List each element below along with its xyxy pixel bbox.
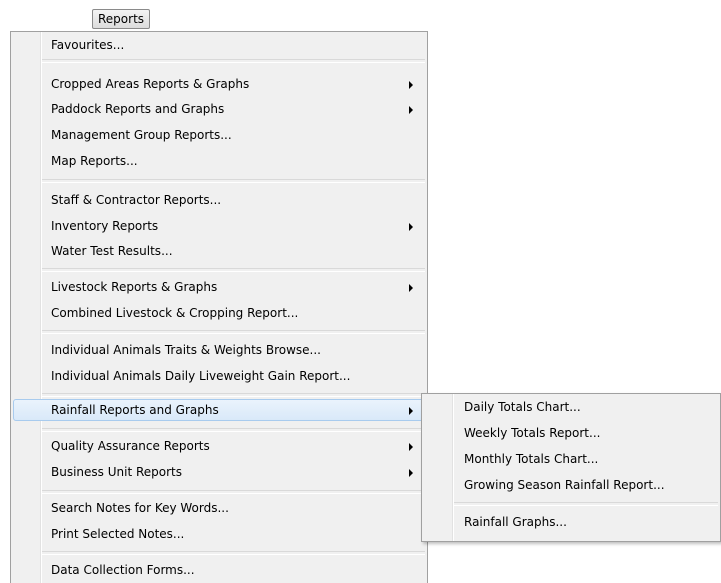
menu-item-label: Water Test Results...	[51, 244, 173, 258]
menu-item-label: Combined Livestock & Cropping Report...	[51, 306, 299, 320]
menu-item-print-selected-notes[interactable]: Print Selected Notes...	[13, 523, 425, 545]
menu-item-label: Cropped Areas Reports & Graphs	[51, 77, 250, 91]
menu-item-label: Inventory Reports	[51, 219, 159, 233]
menu-separator	[42, 179, 425, 183]
menu-separator	[42, 268, 425, 272]
menu-item-water-test-results[interactable]: Water Test Results...	[13, 240, 425, 262]
submenu-arrow-icon	[409, 81, 413, 89]
submenu-item-daily-totals-chart[interactable]: Daily Totals Chart...	[424, 396, 718, 418]
menu-item-combined-livestock-cropping-report[interactable]: Combined Livestock & Cropping Report...	[13, 302, 425, 324]
submenu-arrow-icon	[409, 469, 413, 477]
menu-item-cropped-areas-reports[interactable]: Cropped Areas Reports & Graphs	[13, 73, 425, 95]
menu-item-label: Monthly Totals Chart...	[464, 452, 599, 466]
menu-item-business-unit-reports[interactable]: Business Unit Reports	[13, 461, 425, 483]
menu-item-label: Business Unit Reports	[51, 465, 183, 479]
menu-item-label: Quality Assurance Reports	[51, 439, 210, 453]
submenu-arrow-icon	[409, 106, 413, 114]
menu-item-label: Map Reports...	[51, 154, 138, 168]
menu-item-individual-animals-liveweight-gain[interactable]: Individual Animals Daily Liveweight Gain…	[13, 365, 425, 387]
menu-item-label: Staff & Contractor Reports...	[51, 193, 222, 207]
submenu-arrow-icon	[409, 284, 413, 292]
menu-item-rainfall-reports[interactable]: Rainfall Reports and Graphs	[13, 399, 425, 421]
submenu-arrow-icon	[409, 407, 413, 415]
menu-separator	[42, 551, 425, 555]
menu-item-label: Livestock Reports & Graphs	[51, 280, 218, 294]
rainfall-submenu: Daily Totals Chart... Weekly Totals Repo…	[421, 393, 721, 542]
menu-item-label: Individual Animals Traits & Weights Brow…	[51, 343, 321, 357]
submenu-item-weekly-totals-report[interactable]: Weekly Totals Report...	[424, 422, 718, 444]
menu-item-quality-assurance-reports[interactable]: Quality Assurance Reports	[13, 435, 425, 457]
menu-item-label: Favourites...	[51, 38, 125, 52]
submenu-item-monthly-totals-chart[interactable]: Monthly Totals Chart...	[424, 448, 718, 470]
menu-item-search-notes[interactable]: Search Notes for Key Words...	[13, 497, 425, 519]
menu-separator	[42, 59, 425, 63]
menu-item-label: Growing Season Rainfall Report...	[464, 478, 665, 492]
menu-item-label: Print Selected Notes...	[51, 527, 185, 541]
submenu-arrow-icon	[409, 223, 413, 231]
submenu-item-rainfall-graphs[interactable]: Rainfall Graphs...	[424, 511, 718, 533]
reports-dropdown-menu: Favourites... Cropped Areas Reports & Gr…	[10, 31, 428, 583]
menu-item-label: Rainfall Graphs...	[464, 515, 567, 529]
menu-separator	[42, 490, 425, 494]
reports-menu-title[interactable]: Reports	[92, 9, 151, 29]
menu-item-map-reports[interactable]: Map Reports...	[13, 150, 425, 172]
menu-item-label: Paddock Reports and Graphs	[51, 102, 225, 116]
menu-separator	[42, 393, 425, 397]
menu-item-individual-animals-traits-browse[interactable]: Individual Animals Traits & Weights Brow…	[13, 339, 425, 361]
menu-item-label: Rainfall Reports and Graphs	[51, 403, 219, 417]
menu-item-label: Weekly Totals Report...	[464, 426, 601, 440]
menu-item-label: Management Group Reports...	[51, 128, 232, 142]
menu-item-livestock-reports[interactable]: Livestock Reports & Graphs	[13, 276, 425, 298]
menu-item-staff-contractor-reports[interactable]: Staff & Contractor Reports...	[13, 189, 425, 211]
menu-item-label: Search Notes for Key Words...	[51, 501, 229, 515]
submenu-item-growing-season-rainfall-report[interactable]: Growing Season Rainfall Report...	[424, 474, 718, 496]
menu-separator	[42, 428, 425, 432]
menu-separator	[42, 330, 425, 334]
menu-item-label: Daily Totals Chart...	[464, 400, 581, 414]
submenu-arrow-icon	[409, 443, 413, 451]
menu-item-paddock-reports[interactable]: Paddock Reports and Graphs	[13, 98, 425, 120]
menu-item-management-group-reports[interactable]: Management Group Reports...	[13, 124, 425, 146]
menu-item-inventory-reports[interactable]: Inventory Reports	[13, 215, 425, 237]
menu-item-label: Individual Animals Daily Liveweight Gain…	[51, 369, 351, 383]
menu-item-favourites[interactable]: Favourites...	[13, 34, 425, 56]
menu-separator	[454, 502, 718, 506]
menu-item-label: Data Collection Forms...	[51, 563, 195, 577]
menu-item-data-collection-forms[interactable]: Data Collection Forms...	[13, 559, 425, 581]
